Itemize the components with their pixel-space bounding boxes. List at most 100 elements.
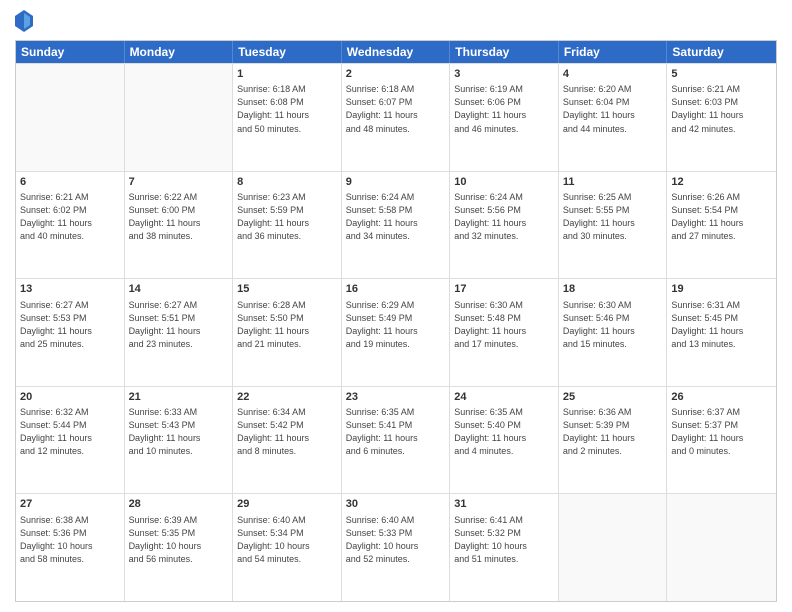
day-number: 26 [671, 390, 772, 405]
cell-info: Sunrise: 6:33 AM Sunset: 5:43 PM Dayligh… [129, 406, 229, 458]
cell-info: Sunrise: 6:32 AM Sunset: 5:44 PM Dayligh… [20, 406, 120, 458]
cal-row-4: 27 Sunrise: 6:38 AM Sunset: 5:36 PM Dayli… [16, 493, 776, 601]
cal-cell: 1Sunrise: 6:18 AM Sunset: 6:08 PM Daylig… [233, 64, 342, 171]
day-number: 25 [563, 390, 663, 405]
day-number: 18 [563, 282, 663, 297]
cell-info: Sunrise: 6:36 AM Sunset: 5:39 PM Dayligh… [563, 406, 663, 458]
cal-row-1: 6Sunrise: 6:21 AM Sunset: 6:02 PM Daylig… [16, 171, 776, 279]
cell-info: Sunrise: 6:27 AM Sunset: 5:51 PM Dayligh… [129, 299, 229, 351]
cal-cell: 10Sunrise: 6:24 AM Sunset: 5:56 PM Dayli… [450, 172, 559, 279]
cal-cell: 8Sunrise: 6:23 AM Sunset: 5:59 PM Daylig… [233, 172, 342, 279]
cell-info: Sunrise: 6:37 AM Sunset: 5:37 PM Dayligh… [671, 406, 772, 458]
day-number: 23 [346, 390, 446, 405]
cal-cell: 5Sunrise: 6:21 AM Sunset: 6:03 PM Daylig… [667, 64, 776, 171]
cal-cell: 4Sunrise: 6:20 AM Sunset: 6:04 PM Daylig… [559, 64, 668, 171]
cal-cell: 7Sunrise: 6:22 AM Sunset: 6:00 PM Daylig… [125, 172, 234, 279]
cal-cell: 31 Sunrise: 6:41 AM Sunset: 5:32 PM Dayli… [450, 494, 559, 601]
cell-info: Sunrise: 6:31 AM Sunset: 5:45 PM Dayligh… [671, 299, 772, 351]
cal-cell: 18 Sunrise: 6:30 AM Sunset: 5:46 PM Dayli… [559, 279, 668, 386]
header [15, 10, 777, 32]
cal-cell: 14 Sunrise: 6:27 AM Sunset: 5:51 PM Dayli… [125, 279, 234, 386]
cal-cell: 28 Sunrise: 6:39 AM Sunset: 5:35 PM Dayli… [125, 494, 234, 601]
cell-info: Sunrise: 6:18 AM Sunset: 6:08 PM Dayligh… [237, 83, 337, 135]
cal-cell: 12Sunrise: 6:26 AM Sunset: 5:54 PM Dayli… [667, 172, 776, 279]
cell-info: Sunrise: 6:19 AM Sunset: 6:06 PM Dayligh… [454, 83, 554, 135]
cell-info: Sunrise: 6:24 AM Sunset: 5:58 PM Dayligh… [346, 191, 446, 243]
calendar-body: 1Sunrise: 6:18 AM Sunset: 6:08 PM Daylig… [16, 63, 776, 601]
day-number: 27 [20, 497, 120, 512]
day-number: 9 [346, 175, 446, 190]
cell-info: Sunrise: 6:25 AM Sunset: 5:55 PM Dayligh… [563, 191, 663, 243]
cell-info: Sunrise: 6:21 AM Sunset: 6:03 PM Dayligh… [671, 83, 772, 135]
day-number: 24 [454, 390, 554, 405]
cell-info: Sunrise: 6:22 AM Sunset: 6:00 PM Dayligh… [129, 191, 229, 243]
calendar-header: SundayMondayTuesdayWednesdayThursdayFrid… [16, 41, 776, 63]
cell-info: Sunrise: 6:29 AM Sunset: 5:49 PM Dayligh… [346, 299, 446, 351]
day-number: 2 [346, 67, 446, 82]
cell-info: Sunrise: 6:40 AM Sunset: 5:34 PM Dayligh… [237, 514, 337, 566]
header-day-sunday: Sunday [16, 41, 125, 63]
header-day-friday: Friday [559, 41, 668, 63]
cell-info: Sunrise: 6:27 AM Sunset: 5:53 PM Dayligh… [20, 299, 120, 351]
day-number: 29 [237, 497, 337, 512]
cal-row-3: 20Sunrise: 6:32 AM Sunset: 5:44 PM Dayli… [16, 386, 776, 494]
cal-cell: 30 Sunrise: 6:40 AM Sunset: 5:33 PM Dayli… [342, 494, 451, 601]
cell-info: Sunrise: 6:30 AM Sunset: 5:46 PM Dayligh… [563, 299, 663, 351]
cal-cell: 3Sunrise: 6:19 AM Sunset: 6:06 PM Daylig… [450, 64, 559, 171]
cal-cell: 27 Sunrise: 6:38 AM Sunset: 5:36 PM Dayli… [16, 494, 125, 601]
cal-cell: 20Sunrise: 6:32 AM Sunset: 5:44 PM Dayli… [16, 387, 125, 494]
day-number: 15 [237, 282, 337, 297]
day-number: 28 [129, 497, 229, 512]
day-number: 31 [454, 497, 554, 512]
day-number: 8 [237, 175, 337, 190]
logo-icon [15, 10, 33, 32]
day-number: 19 [671, 282, 772, 297]
logo [15, 10, 37, 32]
header-day-wednesday: Wednesday [342, 41, 451, 63]
cell-info: Sunrise: 6:21 AM Sunset: 6:02 PM Dayligh… [20, 191, 120, 243]
day-number: 22 [237, 390, 337, 405]
cal-cell: 29 Sunrise: 6:40 AM Sunset: 5:34 PM Dayli… [233, 494, 342, 601]
cal-cell: 26Sunrise: 6:37 AM Sunset: 5:37 PM Dayli… [667, 387, 776, 494]
day-number: 14 [129, 282, 229, 297]
day-number: 6 [20, 175, 120, 190]
day-number: 13 [20, 282, 120, 297]
cal-cell: 13 Sunrise: 6:27 AM Sunset: 5:53 PM Dayli… [16, 279, 125, 386]
cal-cell: 2Sunrise: 6:18 AM Sunset: 6:07 PM Daylig… [342, 64, 451, 171]
cal-cell [667, 494, 776, 601]
cell-info: Sunrise: 6:39 AM Sunset: 5:35 PM Dayligh… [129, 514, 229, 566]
day-number: 20 [20, 390, 120, 405]
cell-info: Sunrise: 6:18 AM Sunset: 6:07 PM Dayligh… [346, 83, 446, 135]
cell-info: Sunrise: 6:38 AM Sunset: 5:36 PM Dayligh… [20, 514, 120, 566]
cell-info: Sunrise: 6:30 AM Sunset: 5:48 PM Dayligh… [454, 299, 554, 351]
cell-info: Sunrise: 6:34 AM Sunset: 5:42 PM Dayligh… [237, 406, 337, 458]
cal-cell: 9Sunrise: 6:24 AM Sunset: 5:58 PM Daylig… [342, 172, 451, 279]
cal-row-2: 13 Sunrise: 6:27 AM Sunset: 5:53 PM Dayli… [16, 278, 776, 386]
day-number: 11 [563, 175, 663, 190]
header-day-saturday: Saturday [667, 41, 776, 63]
header-day-tuesday: Tuesday [233, 41, 342, 63]
header-day-monday: Monday [125, 41, 234, 63]
page: SundayMondayTuesdayWednesdayThursdayFrid… [0, 0, 792, 612]
cal-cell: 15Sunrise: 6:28 AM Sunset: 5:50 PM Dayli… [233, 279, 342, 386]
cal-cell [16, 64, 125, 171]
day-number: 21 [129, 390, 229, 405]
cal-cell [559, 494, 668, 601]
day-number: 1 [237, 67, 337, 82]
cell-info: Sunrise: 6:41 AM Sunset: 5:32 PM Dayligh… [454, 514, 554, 566]
day-number: 30 [346, 497, 446, 512]
cal-cell: 25Sunrise: 6:36 AM Sunset: 5:39 PM Dayli… [559, 387, 668, 494]
cal-cell: 19 Sunrise: 6:31 AM Sunset: 5:45 PM Dayli… [667, 279, 776, 386]
day-number: 4 [563, 67, 663, 82]
cell-info: Sunrise: 6:40 AM Sunset: 5:33 PM Dayligh… [346, 514, 446, 566]
cal-cell: 6Sunrise: 6:21 AM Sunset: 6:02 PM Daylig… [16, 172, 125, 279]
cell-info: Sunrise: 6:35 AM Sunset: 5:41 PM Dayligh… [346, 406, 446, 458]
cell-info: Sunrise: 6:23 AM Sunset: 5:59 PM Dayligh… [237, 191, 337, 243]
calendar: SundayMondayTuesdayWednesdayThursdayFrid… [15, 40, 777, 602]
cal-cell: 24Sunrise: 6:35 AM Sunset: 5:40 PM Dayli… [450, 387, 559, 494]
cell-info: Sunrise: 6:20 AM Sunset: 6:04 PM Dayligh… [563, 83, 663, 135]
cal-cell [125, 64, 234, 171]
cell-info: Sunrise: 6:24 AM Sunset: 5:56 PM Dayligh… [454, 191, 554, 243]
day-number: 16 [346, 282, 446, 297]
cal-cell: 11Sunrise: 6:25 AM Sunset: 5:55 PM Dayli… [559, 172, 668, 279]
